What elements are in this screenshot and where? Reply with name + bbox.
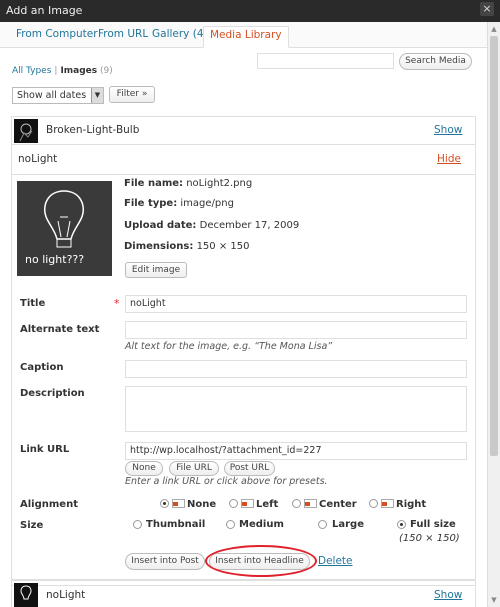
size-medium-label: Medium xyxy=(239,519,284,530)
file-name-label: File name: xyxy=(124,178,184,189)
delete-link[interactable]: Delete xyxy=(318,555,353,567)
align-right-radio[interactable] xyxy=(369,499,378,508)
link-url-help: Enter a link URL or click above for pres… xyxy=(125,476,328,487)
item-header: noLight Hide xyxy=(12,145,475,175)
upload-date-label: Upload date: xyxy=(124,220,197,231)
scrollbar[interactable]: ▲ ▼ xyxy=(487,22,500,607)
title-input[interactable]: noLight xyxy=(125,295,467,313)
dimensions-label: Dimensions: xyxy=(124,241,194,252)
link-url-label: Link URL xyxy=(20,444,70,455)
list-item: noLight Show xyxy=(11,580,476,607)
file-name-row: File name: noLight2.png xyxy=(124,178,252,189)
size-thumbnail-label: Thumbnail xyxy=(146,519,206,530)
filter-button[interactable]: Filter » xyxy=(109,86,155,103)
size-full-radio[interactable] xyxy=(397,520,406,529)
file-name: noLight2.png xyxy=(186,178,253,189)
item-name: noLight xyxy=(46,589,86,601)
filter-images-count: (9) xyxy=(100,66,113,76)
align-left-label: Left xyxy=(256,499,279,510)
close-icon[interactable]: × xyxy=(480,2,494,16)
size-label: Size xyxy=(20,520,44,531)
tab-from-computer[interactable]: From Computer xyxy=(16,28,98,48)
window-title: Add an Image xyxy=(6,4,83,17)
file-type-row: File type: image/png xyxy=(124,198,234,209)
alt-text-help: Alt text for the image, e.g. “The Mona L… xyxy=(125,341,333,352)
scrollbar-thumb[interactable] xyxy=(490,36,498,456)
upload-date: December 17, 2009 xyxy=(199,220,300,231)
upload-date-row: Upload date: December 17, 2009 xyxy=(124,220,299,231)
align-right-icon xyxy=(381,499,394,508)
insert-into-post-button[interactable]: Insert into Post xyxy=(125,553,205,570)
align-right-label: Right xyxy=(396,499,427,510)
date-select[interactable]: Show all dates ▼ xyxy=(12,87,104,104)
tab-from-url[interactable]: From URL xyxy=(98,28,148,48)
link-none-button[interactable]: None xyxy=(125,461,163,476)
size-full-label: Full size xyxy=(410,519,456,530)
upload-tabs: From Computer From URL Gallery (4) Media… xyxy=(0,22,487,48)
align-center-radio[interactable] xyxy=(292,499,301,508)
alt-text-label: Alternate text xyxy=(20,324,100,335)
thumbnail-image xyxy=(14,119,38,143)
tab-media-library[interactable]: Media Library xyxy=(203,26,289,48)
show-link[interactable]: Show xyxy=(434,124,462,136)
required-mark: * xyxy=(114,297,120,310)
search-input[interactable] xyxy=(257,53,394,69)
caption-label: Caption xyxy=(20,362,64,373)
media-list: Broken-Light-Bulb Show noLight Hide no l… xyxy=(11,116,476,586)
hide-link[interactable]: Hide xyxy=(437,153,461,165)
date-select-value: Show all dates xyxy=(17,90,87,101)
thumbnail-image xyxy=(14,583,38,607)
item-name: Broken-Light-Bulb xyxy=(46,124,140,136)
show-link[interactable]: Show xyxy=(434,589,462,601)
dimensions-row: Dimensions: 150 × 150 xyxy=(124,241,249,252)
size-medium-radio[interactable] xyxy=(226,520,235,529)
dimensions: 150 × 150 xyxy=(196,241,250,252)
edit-image-button[interactable]: Edit image xyxy=(125,262,187,278)
link-url-input[interactable]: http://wp.localhost/?attachment_id=227 xyxy=(125,442,467,460)
scroll-up-icon[interactable]: ▲ xyxy=(489,24,499,34)
file-type-label: File type: xyxy=(124,198,178,209)
title-label: Title xyxy=(20,298,46,309)
scroll-down-icon[interactable]: ▼ xyxy=(489,595,499,605)
size-thumbnail-radio[interactable] xyxy=(133,520,142,529)
align-center-icon xyxy=(304,499,317,508)
align-left-radio[interactable] xyxy=(229,499,238,508)
align-none-radio[interactable] xyxy=(160,499,169,508)
size-full-dims: (150 × 150) xyxy=(399,533,460,544)
description-textarea[interactable] xyxy=(125,386,467,432)
highlight-annotation xyxy=(205,545,317,577)
filter-all-types[interactable]: All Types xyxy=(12,66,51,76)
filter-separator: | xyxy=(54,66,58,76)
file-type: image/png xyxy=(180,198,234,209)
search-media-button[interactable]: Search Media xyxy=(399,53,472,70)
align-none-icon xyxy=(172,499,185,508)
caption-input[interactable] xyxy=(125,360,467,378)
alignment-label: Alignment xyxy=(20,499,78,510)
list-item: Broken-Light-Bulb Show xyxy=(12,117,475,145)
link-post-url-button[interactable]: Post URL xyxy=(224,461,275,476)
tab-gallery[interactable]: Gallery (4) xyxy=(152,28,208,48)
alt-text-input[interactable] xyxy=(125,321,467,339)
thumb-caption: no light??? xyxy=(25,253,85,266)
type-filters: All Types | Images (9) xyxy=(12,66,113,76)
chevron-down-icon[interactable]: ▼ xyxy=(91,88,103,103)
size-large-radio[interactable] xyxy=(318,520,327,529)
align-none-label: None xyxy=(187,499,217,510)
window-titlebar: Add an Image × xyxy=(0,0,500,22)
align-center-label: Center xyxy=(319,499,357,510)
item-title: noLight xyxy=(18,153,58,165)
align-left-icon xyxy=(241,499,254,508)
filter-images[interactable]: Images xyxy=(60,66,97,76)
preview-image: no light??? xyxy=(17,181,112,276)
size-large-label: Large xyxy=(332,519,364,530)
link-file-url-button[interactable]: File URL xyxy=(169,461,219,476)
description-label: Description xyxy=(20,388,85,399)
